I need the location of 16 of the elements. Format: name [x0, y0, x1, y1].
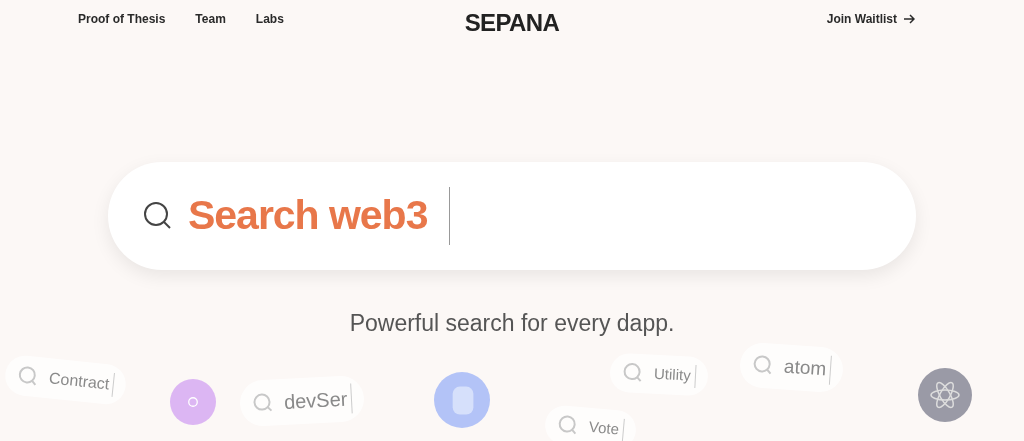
flower-token-icon [170, 379, 216, 425]
search-term: Contract [47, 366, 116, 398]
search-term: Utility [653, 362, 697, 388]
search-term: Vote [588, 415, 625, 441]
join-waitlist-link[interactable]: Join Waitlist [826, 9, 915, 28]
nav-link[interactable]: Labs [255, 9, 284, 28]
tagline: Powerful search for every dapp. [349, 309, 675, 338]
atom-icon [918, 368, 972, 422]
search-text: Search web3 [188, 191, 428, 241]
search-term: atom [783, 352, 833, 385]
arrow-right-icon [903, 13, 915, 24]
document-token-icon [434, 372, 490, 428]
nav-link[interactable]: Proof of Thesis [78, 9, 166, 28]
search-term: devSer [283, 383, 354, 417]
nav-link[interactable]: Team [195, 9, 226, 28]
logo[interactable]: SEPANA [464, 5, 560, 41]
